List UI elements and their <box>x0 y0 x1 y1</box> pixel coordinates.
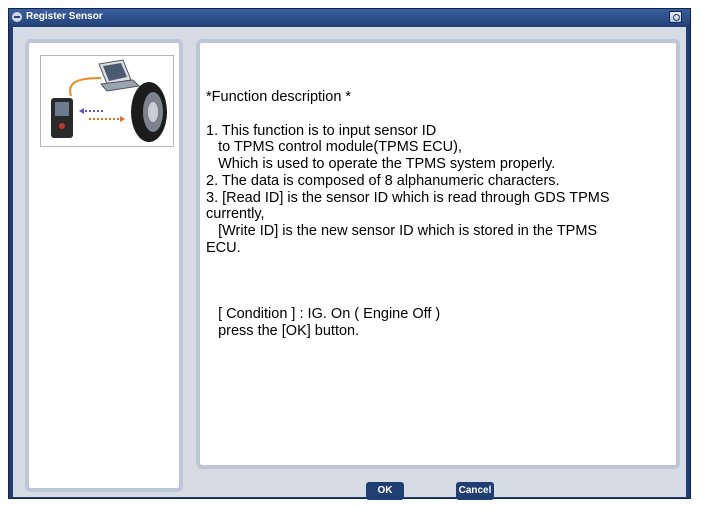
condition-text: [ Condition ] : IG. On ( Engine Off ) <box>206 306 441 323</box>
window-title: Register Sensor <box>26 11 103 22</box>
description-line: currently, <box>206 206 265 223</box>
description-line: 2. The data is composed of 8 alphanumeri… <box>206 172 560 189</box>
function-description: *Function description * 1. This function… <box>206 89 676 340</box>
description-heading: *Function description * <box>206 89 352 105</box>
title-bar[interactable]: Register Sensor <box>9 9 690 25</box>
description-line: 1. This function is to input sensor ID <box>206 122 437 139</box>
ok-button[interactable]: OK <box>366 482 404 500</box>
illustration-panel <box>25 39 183 492</box>
dialog-body: *Function description * 1. This function… <box>13 27 686 500</box>
description-line: Which is used to operate the TPMS system… <box>206 156 556 173</box>
close-icon[interactable] <box>669 11 682 23</box>
description-line: [Write ID] is the new sensor ID which is… <box>206 222 598 239</box>
description-line: to TPMS control module(TPMS ECU), <box>206 139 462 156</box>
gds-laptop-tire-diagram-icon <box>51 59 167 142</box>
tpms-illustration <box>40 55 174 147</box>
window-menu-icon[interactable] <box>12 12 22 22</box>
register-sensor-window: Register Sensor *Function description * … <box>8 8 691 500</box>
cancel-button[interactable]: Cancel <box>456 482 494 500</box>
instruction-text: press the [OK] button. <box>206 323 360 340</box>
description-line: ECU. <box>206 239 241 256</box>
description-line: 3. [Read ID] is the sensor ID which is r… <box>206 189 610 206</box>
description-panel: *Function description * 1. This function… <box>196 39 680 469</box>
